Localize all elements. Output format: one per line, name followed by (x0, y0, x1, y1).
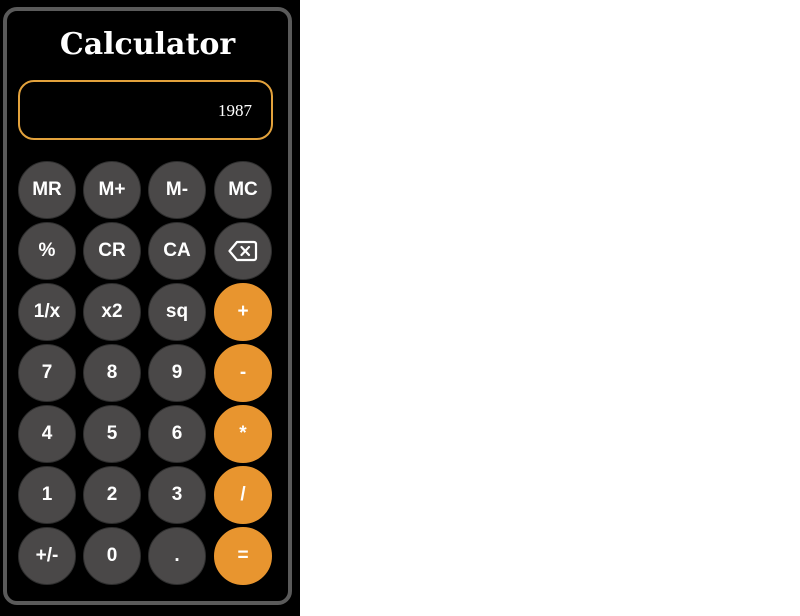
reciprocal-button[interactable]: 1/x (18, 283, 76, 341)
memory-subtract-button[interactable]: M- (148, 161, 206, 219)
backspace-button[interactable] (214, 222, 272, 280)
display-screen: 1987 (18, 80, 273, 140)
add-button[interactable]: + (214, 283, 272, 341)
digit-9-button[interactable]: 9 (148, 344, 206, 402)
digit-1-button[interactable]: 1 (18, 466, 76, 524)
digit-6-button[interactable]: 6 (148, 405, 206, 463)
digit-7-button[interactable]: 7 (18, 344, 76, 402)
calculator: Calculator 1987 MR M+ M- MC % CR CA 1/x … (3, 7, 292, 605)
negate-button[interactable]: +/- (18, 527, 76, 585)
digit-4-button[interactable]: 4 (18, 405, 76, 463)
decimal-button[interactable]: . (148, 527, 206, 585)
memory-add-button[interactable]: M+ (83, 161, 141, 219)
digit-8-button[interactable]: 8 (83, 344, 141, 402)
memory-recall-button[interactable]: MR (18, 161, 76, 219)
subtract-button[interactable]: - (214, 344, 272, 402)
display-value: 1987 (218, 101, 252, 120)
calculator-title: Calculator (59, 27, 236, 62)
clear-recent-button[interactable]: CR (83, 222, 141, 280)
digit-0-button[interactable]: 0 (83, 527, 141, 585)
square-root-button[interactable]: sq (148, 283, 206, 341)
multiply-button[interactable]: * (214, 405, 272, 463)
memory-clear-button[interactable]: MC (214, 161, 272, 219)
digit-2-button[interactable]: 2 (83, 466, 141, 524)
percent-button[interactable]: % (18, 222, 76, 280)
divide-button[interactable]: / (214, 466, 272, 524)
equals-button[interactable]: = (214, 527, 272, 585)
backspace-icon (228, 240, 258, 262)
digit-3-button[interactable]: 3 (148, 466, 206, 524)
digit-5-button[interactable]: 5 (83, 405, 141, 463)
clear-all-button[interactable]: CA (148, 222, 206, 280)
calculator-panel: Calculator 1987 MR M+ M- MC % CR CA 1/x … (0, 0, 300, 616)
square-button[interactable]: x2 (83, 283, 141, 341)
